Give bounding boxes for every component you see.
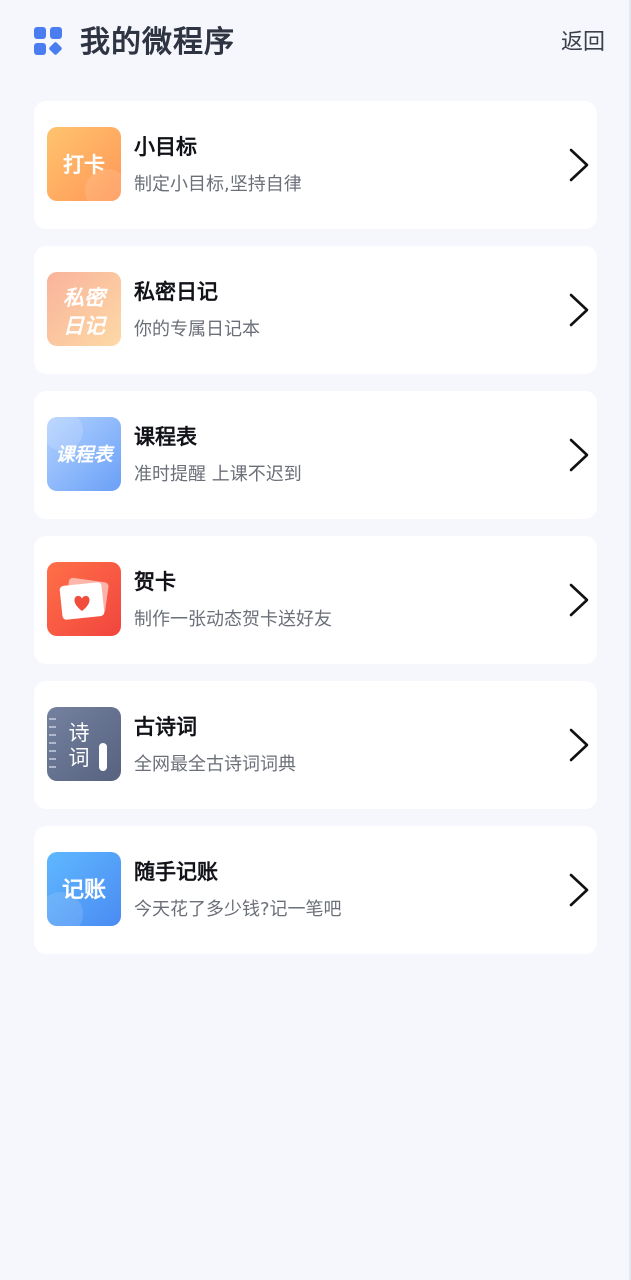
header: 我的微程序 返回	[0, 0, 631, 88]
list-item-goal[interactable]: 打卡 小目标 制定小目标,坚持自律	[34, 101, 597, 229]
list-item-greeting-card[interactable]: 贺卡 制作一张动态贺卡送好友	[34, 536, 597, 664]
item-description: 制定小目标,坚持自律	[134, 174, 302, 195]
chevron-right-icon	[569, 293, 589, 327]
punch-card-icon: 打卡	[47, 127, 121, 201]
greeting-card-icon	[47, 562, 121, 636]
mini-program-list: 打卡 小目标 制定小目标,坚持自律 私密 日记 私密日记 你的专属日记本 课程表…	[34, 101, 597, 971]
item-title: 古诗词	[134, 715, 197, 739]
page-title: 我的微程序	[80, 25, 235, 60]
schedule-icon: 课程表	[47, 417, 121, 491]
item-title: 小目标	[134, 135, 197, 159]
poetry-book-icon: 诗 词	[47, 707, 121, 781]
item-title: 私密日记	[134, 280, 218, 304]
chevron-right-icon	[569, 148, 589, 182]
item-description: 准时提醒 上课不迟到	[134, 464, 302, 485]
icon-label: 记账	[62, 878, 106, 903]
back-button[interactable]: 返回	[561, 28, 605, 58]
list-item-schedule[interactable]: 课程表 课程表 准时提醒 上课不迟到	[34, 391, 597, 519]
item-description: 制作一张动态贺卡送好友	[134, 609, 332, 630]
list-item-bookkeeping[interactable]: 记账 随手记账 今天花了多少钱?记一笔吧	[34, 826, 597, 954]
bookkeeping-icon: 记账	[47, 852, 121, 926]
icon-label-line1: 诗	[69, 721, 90, 745]
item-title: 课程表	[134, 425, 197, 449]
chevron-right-icon	[569, 728, 589, 762]
chevron-right-icon	[569, 583, 589, 617]
icon-label-line2: 日记	[63, 314, 108, 338]
item-description: 你的专属日记本	[134, 319, 260, 340]
list-item-diary[interactable]: 私密 日记 私密日记 你的专属日记本	[34, 246, 597, 374]
item-description: 今天花了多少钱?记一笔吧	[134, 899, 342, 920]
item-title: 贺卡	[134, 570, 176, 594]
icon-label-line1: 私密	[63, 286, 108, 310]
list-item-poetry[interactable]: 诗 词 古诗词 全网最全古诗词词典	[34, 681, 597, 809]
app-screen: 我的微程序 返回 打卡 小目标 制定小目标,坚持自律 私密 日记 私密日记 你的…	[0, 0, 631, 1280]
item-description: 全网最全古诗词词典	[134, 754, 296, 775]
icon-label-line2: 词	[69, 746, 90, 770]
chevron-right-icon	[569, 438, 589, 472]
icon-label: 课程表	[55, 444, 115, 466]
grid-apps-icon	[34, 27, 62, 55]
item-title: 随手记账	[134, 860, 218, 884]
chevron-right-icon	[569, 873, 589, 907]
diary-icon: 私密 日记	[47, 272, 121, 346]
icon-label: 打卡	[63, 153, 105, 177]
